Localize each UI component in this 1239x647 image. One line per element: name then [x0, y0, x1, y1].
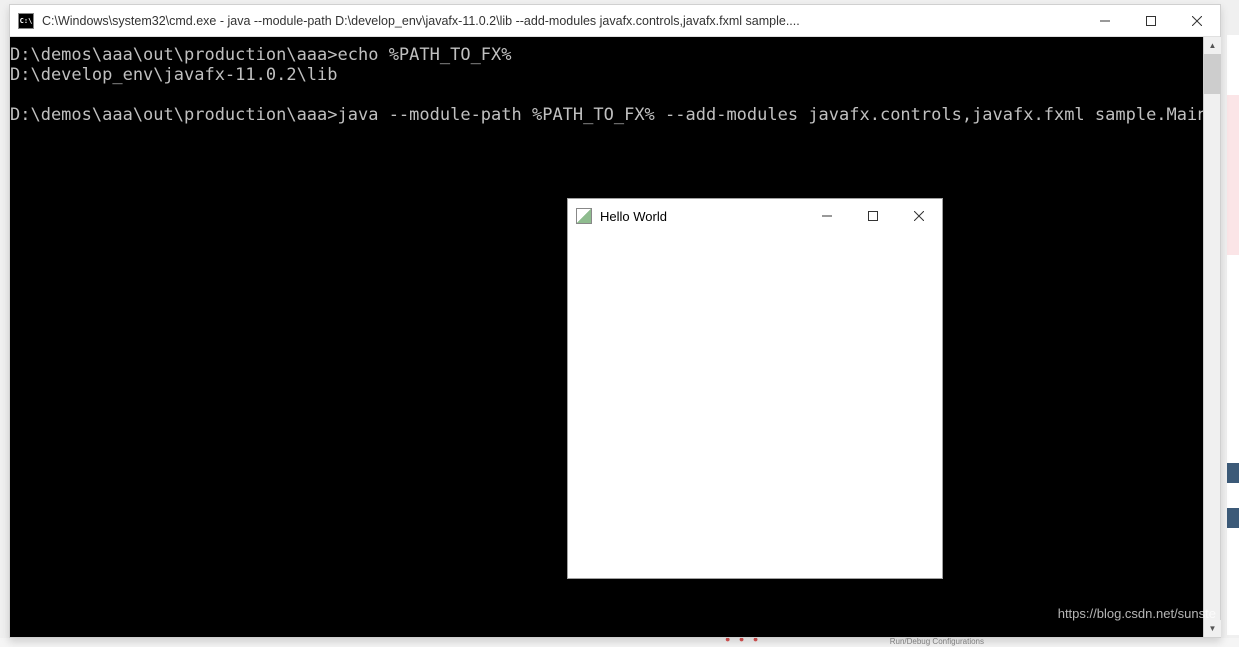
cmd-window-controls: [1082, 5, 1220, 36]
watermark-text: https://blog.csdn.net/sunste: [1058, 606, 1216, 621]
cmd-line: D:\develop_env\javafx-11.0.2\lib: [10, 65, 338, 85]
cmd-line: D:\demos\aaa\out\production\aaa>echo %PA…: [10, 45, 512, 65]
javafx-app-window: Hello World: [567, 198, 943, 579]
cmd-icon: C:\: [18, 13, 34, 29]
background-strip-dark: [1227, 463, 1239, 483]
javafx-app-content[interactable]: [568, 233, 942, 578]
java-app-icon: [576, 208, 592, 224]
background-label: Run/Debug Configurations: [890, 637, 984, 646]
maximize-button[interactable]: [1128, 5, 1174, 37]
cmd-window-title: C:\Windows\system32\cmd.exe - java --mod…: [42, 14, 1082, 28]
javafx-titlebar[interactable]: Hello World: [568, 199, 942, 233]
background-strip-dark: [1227, 508, 1239, 528]
background-bottom: [0, 638, 1239, 647]
scroll-thumb[interactable]: [1204, 54, 1221, 94]
cmd-scrollbar[interactable]: ▲ ▼: [1203, 37, 1220, 637]
cmd-titlebar[interactable]: C:\ C:\Windows\system32\cmd.exe - java -…: [10, 5, 1220, 37]
javafx-window-title: Hello World: [600, 209, 804, 224]
maximize-button[interactable]: [850, 199, 896, 233]
scroll-down-icon[interactable]: ▼: [1204, 620, 1221, 637]
minimize-button[interactable]: [804, 199, 850, 233]
background-strip-pink: [1227, 95, 1239, 255]
cmd-line: D:\demos\aaa\out\production\aaa>java --m…: [10, 105, 1203, 125]
javafx-window-controls: [804, 199, 942, 233]
close-button[interactable]: [1174, 5, 1220, 37]
close-button[interactable]: [896, 199, 942, 233]
minimize-button[interactable]: [1082, 5, 1128, 37]
scroll-up-icon[interactable]: ▲: [1204, 37, 1221, 54]
